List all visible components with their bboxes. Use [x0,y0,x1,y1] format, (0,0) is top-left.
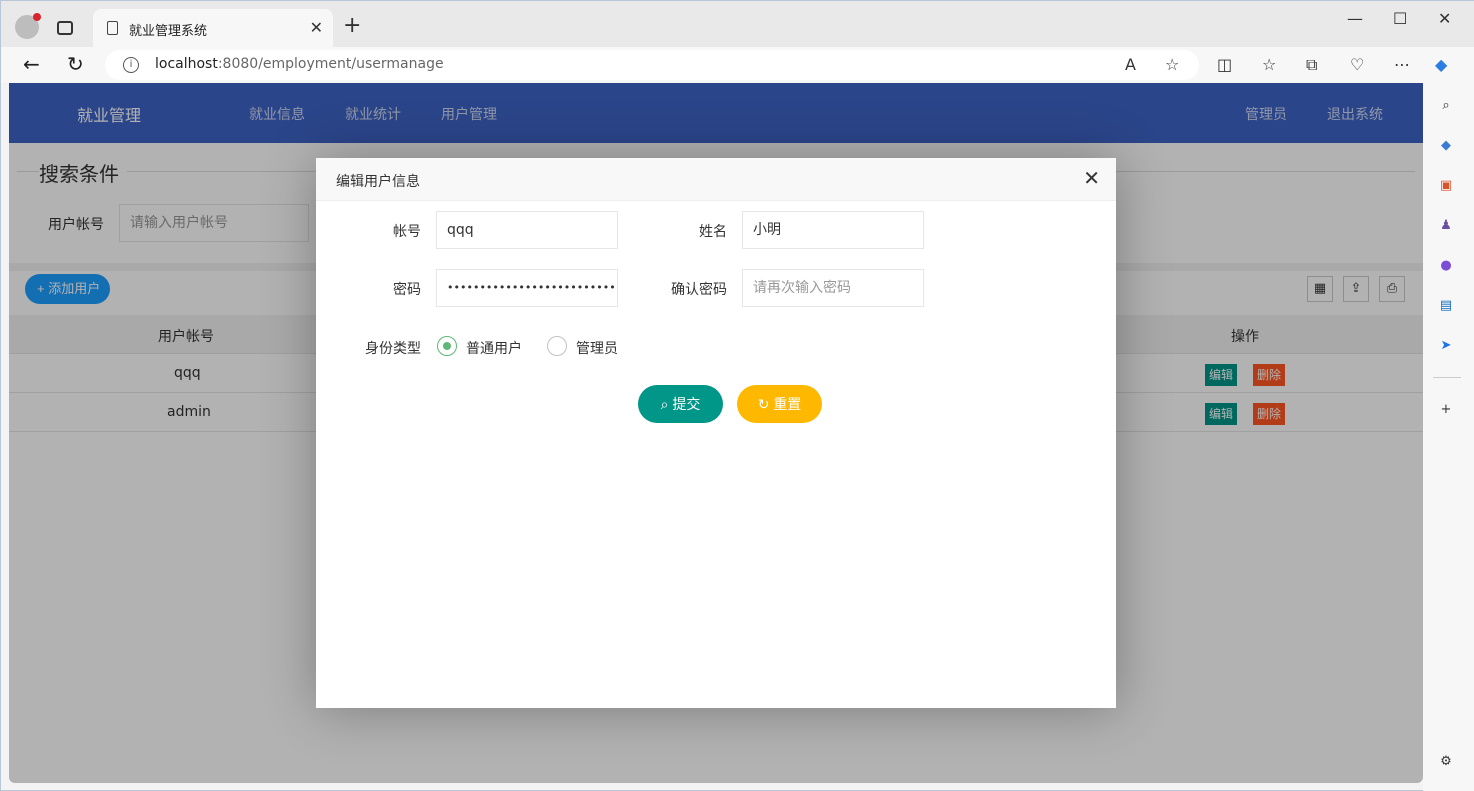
search-icon: ⌕ [660,396,669,412]
outlook-icon[interactable]: ▤ [1437,297,1455,315]
back-icon[interactable]: ← [23,53,40,75]
role-radio-normal[interactable] [437,336,457,356]
role-label: 身份类型 [365,341,421,357]
modal-title: 编辑用户信息 [336,174,420,190]
games-icon[interactable]: ♟ [1437,217,1455,235]
address-bar[interactable]: i localhost:8080/employment/usermanage A… [105,50,1199,80]
tab-actions-icon[interactable] [57,21,73,35]
health-icon[interactable]: ♡ [1350,55,1364,74]
shopping-tag-icon[interactable]: ◆ [1437,137,1455,155]
minimize-icon[interactable]: — [1347,9,1363,28]
account-label: 帐号 [393,224,421,240]
close-icon[interactable]: ✕ [1083,167,1100,189]
send-icon[interactable]: ➤ [1437,337,1455,355]
favorites-icon[interactable]: ☆ [1262,55,1276,74]
sidebar-settings-icon[interactable]: ⚙ [1437,753,1455,771]
tab-close-icon[interactable]: ✕ [310,18,323,37]
profile-icon[interactable] [15,13,41,39]
role-option-normal[interactable]: 普通用户 [466,338,522,358]
window-close-icon[interactable]: ✕ [1438,9,1451,28]
search-icon[interactable]: ⌕ [1437,97,1455,115]
tab-strip: 就业管理系统 ✕ + — ☐ ✕ [1,1,1474,47]
add-sidebar-icon[interactable]: + [1437,401,1455,419]
name-label: 姓名 [699,224,727,240]
m365-icon[interactable]: ● [1437,257,1455,275]
new-tab-icon[interactable]: + [343,15,361,37]
edit-user-modal: 编辑用户信息 ✕ 帐号 qqq 姓名 小明 密码 •••••••••••••••… [316,158,1116,708]
site-info-icon[interactable]: i [123,57,139,73]
modal-header: 编辑用户信息 ✕ [316,158,1116,201]
account-input[interactable]: qqq [436,211,618,249]
confirm-password-input[interactable]: 请再次输入密码 [742,269,924,307]
maximize-icon[interactable]: ☐ [1393,9,1407,28]
edge-sidebar: ⌕ ◆ ▣ ♟ ● ▤ ➤ + ⚙ [1423,83,1474,791]
password-label: 密码 [393,282,421,298]
role-radio-admin[interactable] [547,336,567,356]
favorite-star-icon[interactable]: ☆ [1165,55,1179,74]
tab-title: 就业管理系统 [129,24,208,39]
password-input[interactable]: •••••••••••••••••••••••••••••••••• [436,269,618,307]
reset-button[interactable]: ↻ 重置 [737,385,822,423]
copilot-icon[interactable]: ◆ [1435,55,1447,74]
web-page: 就业管理 就业信息 就业统计 用户管理 管理员 退出系统 搜索条件 用户帐号 请… [9,83,1423,783]
split-screen-icon[interactable]: ◫ [1217,55,1232,74]
read-aloud-icon[interactable]: A [1125,55,1136,74]
url-text: localhost:8080/employment/usermanage [155,56,444,72]
name-input[interactable]: 小明 [742,211,924,249]
confirm-password-label: 确认密码 [671,282,727,298]
refresh-icon: ↻ [757,396,770,412]
refresh-icon[interactable]: ↻ [67,53,84,75]
submit-button[interactable]: ⌕ 提交 [638,385,723,423]
browser-tab[interactable]: 就业管理系统 ✕ [93,9,333,47]
more-icon[interactable]: ⋯ [1394,55,1410,74]
browser-window: 就业管理系统 ✕ + — ☐ ✕ ← ↻ i localhost:8080/em… [0,0,1474,791]
tools-icon[interactable]: ▣ [1437,177,1455,195]
collections-icon[interactable]: ⧉ [1306,55,1317,75]
page-icon [107,21,118,35]
browser-toolbar: ← ↻ i localhost:8080/employment/usermana… [1,47,1474,83]
role-option-admin[interactable]: 管理员 [576,338,618,358]
